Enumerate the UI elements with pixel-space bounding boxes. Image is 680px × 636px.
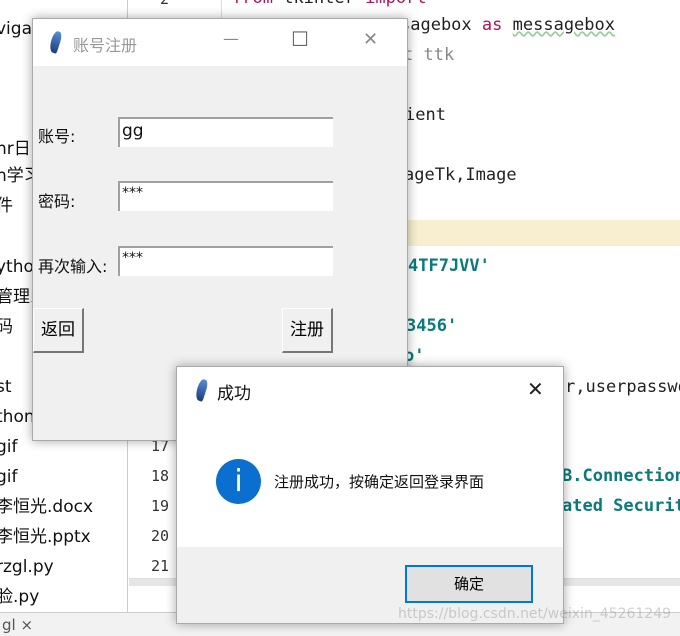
file-item[interactable]: 件 <box>0 196 13 216</box>
code-line: ated Securit <box>562 496 680 516</box>
editor-tab[interactable]: gl × <box>2 616 33 634</box>
file-item[interactable]: st <box>0 377 12 397</box>
code-line: ient <box>405 105 446 125</box>
line-number: 2 <box>139 0 169 8</box>
account-label: 账号: <box>38 127 76 146</box>
file-item[interactable]: viga <box>0 19 32 39</box>
code-line: t ttk <box>403 45 455 65</box>
confirm-password-input[interactable]: *** <box>118 246 333 276</box>
window-title: 账号注册 <box>73 36 138 55</box>
title-bar: 账号注册 — ☐ ✕ <box>33 19 407 66</box>
file-item[interactable]: ytho <box>0 257 34 277</box>
dialog-message: 注册成功，按确定返回登录界面 <box>274 473 485 491</box>
code-line: B.Connection <box>562 466 680 486</box>
register-button[interactable]: 注册 <box>282 308 333 353</box>
file-item[interactable]: rzgl.py <box>0 557 54 577</box>
code-token: as <box>481 15 503 35</box>
file-item[interactable]: 脸.py <box>0 587 39 607</box>
line-number: 18 <box>150 467 169 485</box>
code-line: 4TF7JVV' <box>408 256 490 276</box>
ok-button[interactable]: 确定 <box>405 565 533 603</box>
file-item[interactable]: 码 <box>0 317 13 337</box>
line-number: 21 <box>150 557 169 575</box>
code-token: from <box>232 0 273 8</box>
close-button[interactable]: ✕ <box>527 377 544 401</box>
info-icon: i <box>216 459 261 504</box>
file-item[interactable]: 李恒光.pptx <box>0 527 91 547</box>
file-item[interactable]: thon <box>0 407 35 427</box>
code-token: import <box>365 0 426 8</box>
password-label: 密码: <box>38 192 76 211</box>
line-number: 19 <box>150 497 169 515</box>
dialog-body: 成功 ✕ i 注册成功，按确定返回登录界面 <box>177 367 563 547</box>
code-line: 3456' <box>406 316 458 336</box>
password-input[interactable]: *** <box>118 181 333 211</box>
file-item[interactable]: 李恒光.docx <box>0 497 93 517</box>
file-item[interactable]: gif <box>0 437 18 457</box>
code-token: messagebox <box>512 15 615 35</box>
line-number: 20 <box>150 527 169 545</box>
watermark: https://blog.csdn.net/weixin_45261249 <box>398 606 672 622</box>
maximize-button[interactable]: ☐ <box>291 27 309 51</box>
file-item[interactable]: gif <box>0 467 18 487</box>
back-button[interactable]: 返回 <box>33 308 84 353</box>
confirm-password-label: 再次输入: <box>38 257 108 276</box>
code-line: r,userpasswo <box>565 377 680 397</box>
code-token: tkinter <box>283 0 355 8</box>
feather-icon <box>47 30 64 54</box>
account-input[interactable]: gg <box>118 117 333 147</box>
close-button[interactable]: ✕ <box>363 29 378 50</box>
minimize-button[interactable]: — <box>223 29 239 48</box>
dialog-title: 成功 <box>217 384 251 404</box>
feather-icon <box>193 378 210 402</box>
code-line: ageTk,Image <box>404 165 517 185</box>
file-item[interactable]: nr日 <box>0 139 31 159</box>
success-dialog: 成功 ✕ i 注册成功，按确定返回登录界面 确定 <box>176 366 564 624</box>
code-token: sagebox <box>400 15 472 35</box>
